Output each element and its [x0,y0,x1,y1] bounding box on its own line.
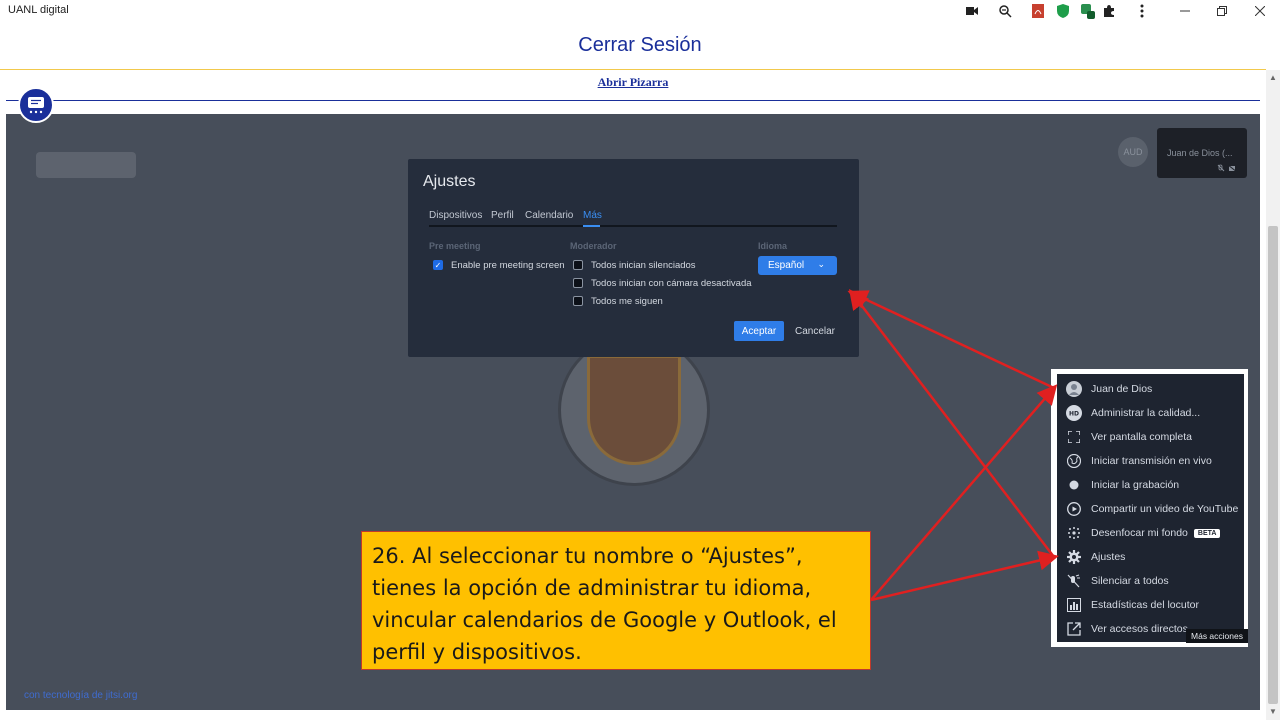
external-link-icon [1066,621,1082,637]
avatar[interactable]: AUD [1118,137,1148,167]
camera-icon[interactable] [964,3,980,19]
play-circle-icon [1066,501,1082,517]
chevron-down-icon: ⌄ [817,259,825,269]
menu-item-mute-all[interactable]: Silenciar a todos [1057,569,1244,593]
open-whiteboard-link[interactable]: Abrir Pizarra [0,75,1266,90]
menu-item-livestream[interactable]: Iniciar transmisión en vivo [1057,449,1244,473]
tab-calendar[interactable]: Calendario [525,210,573,221]
logout-link[interactable]: Cerrar Sesión [0,34,1280,57]
more-actions-menu: Juan de Dios HD Administrar la calidad..… [1057,374,1244,642]
jitsi-watermark [36,152,136,178]
active-tab-indicator [583,225,600,227]
moderator-heading: Moderador [570,241,617,251]
close-icon[interactable] [1251,2,1269,20]
shield-extension-icon[interactable] [1055,3,1071,19]
header-divider [0,69,1266,70]
menu-item-quality[interactable]: HD Administrar la calidad... [1057,401,1244,425]
more-actions-tooltip: Más acciones [1186,629,1248,643]
menu-item-recording[interactable]: Iniciar la grabación [1057,473,1244,497]
user-avatar-icon [1066,381,1082,397]
gear-icon [1066,549,1082,565]
kebab-menu-icon[interactable] [1134,3,1150,19]
callout-text: 26. Al seleccionar tu nombre o “Ajustes”… [372,544,837,664]
menu-item-blur[interactable]: Desenfocar mi fondo BETA [1057,521,1244,545]
checkbox-checked-icon[interactable]: ✓ [433,260,443,270]
chat-button[interactable] [18,87,54,123]
scroll-up-arrow[interactable]: ▲ [1266,70,1280,84]
accept-button[interactable]: Aceptar [734,321,784,341]
instruction-callout: 26. Al seleccionar tu nombre o “Ajustes”… [361,531,871,670]
seal-shield [587,355,681,465]
pre-meeting-option[interactable]: ✓ Enable pre meeting screen [433,258,565,272]
dialog-title: Ajustes [423,173,476,190]
language-select[interactable]: Español ⌄ [758,256,837,275]
checkbox-icon[interactable] [573,278,583,288]
restore-icon[interactable] [1213,2,1231,20]
scroll-down-arrow[interactable]: ▼ [1266,704,1280,718]
tab-more[interactable]: Más [583,210,602,221]
settings-tabs: Dispositivos Perfil Calendario Más [429,209,837,227]
cancel-button[interactable]: Cancelar [792,321,838,341]
moderator-option-follow-me[interactable]: Todos me siguen [573,294,663,308]
beta-badge: BETA [1193,528,1221,538]
record-icon [1066,477,1082,493]
pdf-icon[interactable] [1030,3,1046,19]
extension-badge-icon[interactable] [1080,3,1096,19]
chat-icon [28,97,44,114]
pre-meeting-heading: Pre meeting [429,241,481,251]
jitsi-credit-link[interactable]: con tecnología de jitsi.org [24,690,137,701]
fullscreen-icon [1066,429,1082,445]
local-video-thumbnail[interactable]: Juan de Dios (... [1157,128,1247,178]
moderator-option-camera-off[interactable]: Todos inician con cámara desactivada [573,276,752,290]
muted-status-icons [1217,164,1239,174]
menu-item-fullscreen[interactable]: Ver pantalla completa [1057,425,1244,449]
window-title: UANL digital [8,4,69,16]
thumbnail-name: Juan de Dios (... [1167,148,1233,158]
settings-dialog: Ajustes Dispositivos Perfil Calendario M… [408,159,859,357]
tab-devices[interactable]: Dispositivos [429,210,482,221]
language-heading: Idioma [758,241,788,251]
menu-item-speaker-stats[interactable]: Estadísticas del locutor [1057,593,1244,617]
minimize-icon[interactable] [1176,2,1194,20]
bar-chart-icon [1066,597,1082,613]
mute-all-icon [1066,573,1082,589]
menu-item-settings[interactable]: Ajustes [1057,545,1244,569]
scrollbar-thumb[interactable] [1268,226,1278,704]
puzzle-icon[interactable] [1101,3,1117,19]
section-divider [6,100,1260,101]
language-value: Español [768,260,805,271]
blur-icon [1066,525,1082,541]
checkbox-icon[interactable] [573,296,583,306]
checkbox-icon[interactable] [573,260,583,270]
hd-icon: HD [1066,405,1082,421]
moderator-option-muted[interactable]: Todos inician silenciados [573,258,696,272]
zoom-icon[interactable] [997,3,1013,19]
tab-profile[interactable]: Perfil [491,210,514,221]
menu-item-youtube[interactable]: Compartir un video de YouTube [1057,497,1244,521]
globe-icon [1066,453,1082,469]
menu-item-profile[interactable]: Juan de Dios [1057,377,1244,401]
svg-text:HD: HD [1069,411,1079,418]
